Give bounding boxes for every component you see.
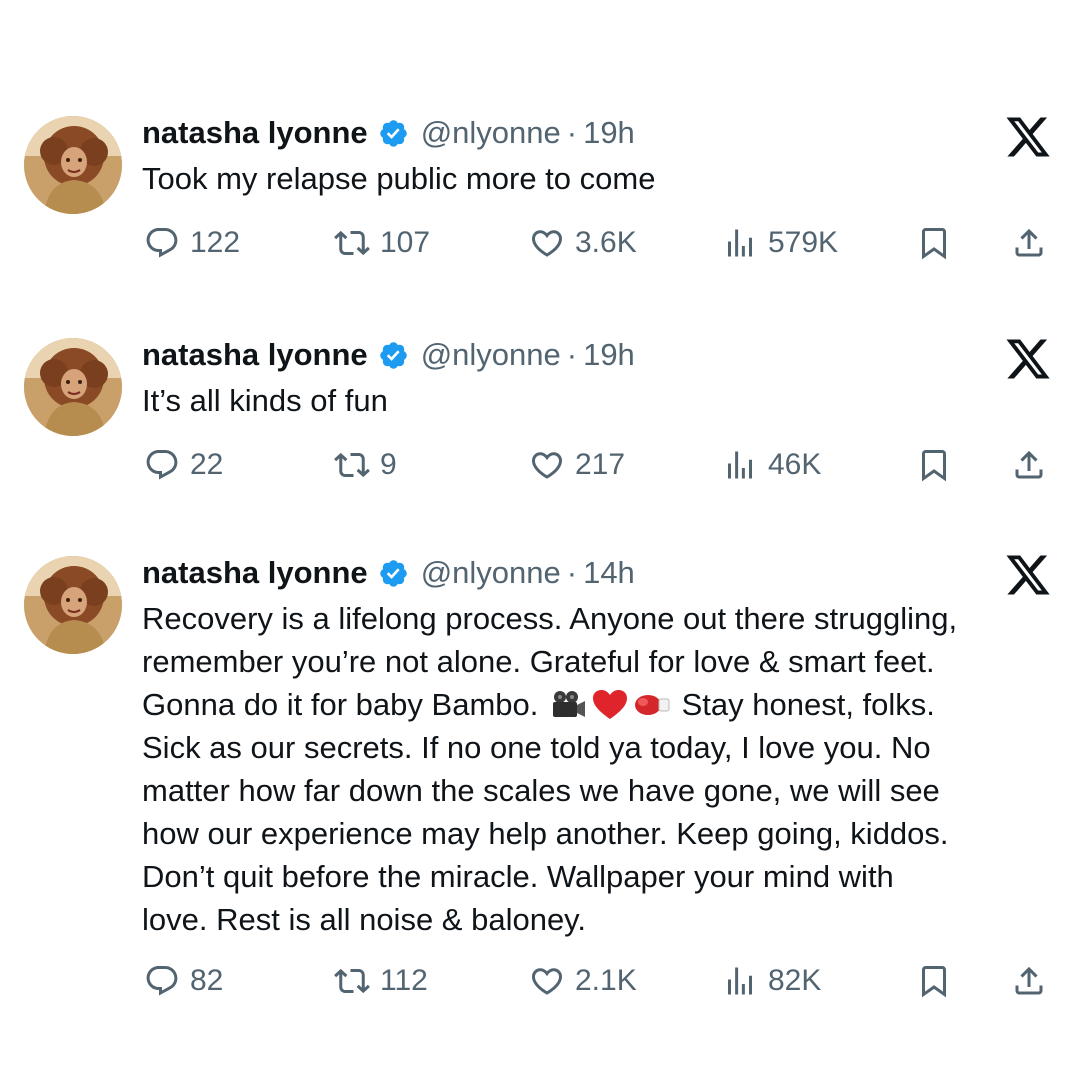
bookmark-icon: [916, 225, 952, 261]
like-count: 2.1K: [575, 964, 637, 997]
share-button[interactable]: [1011, 443, 1047, 487]
verified-badge-icon: [378, 118, 409, 149]
author-name[interactable]: natasha lyonne: [142, 115, 368, 151]
retweet-icon: [334, 225, 370, 261]
verified-badge-icon: [378, 340, 409, 371]
views-icon: [722, 225, 758, 261]
share-button[interactable]: [1011, 221, 1047, 265]
timestamp[interactable]: 14h: [583, 555, 635, 591]
share-icon: [1011, 963, 1047, 999]
text-segment: Stay honest, folks.: [681, 687, 935, 722]
reply-count: 82: [190, 964, 224, 997]
tweet-header: natasha lyonne @nlyonne · 19h: [142, 335, 635, 375]
action-bar: 22 9 217 46K: [0, 443, 1080, 487]
separator-dot: ·: [566, 337, 578, 372]
boxing-glove-emoji: [633, 689, 671, 721]
reply-button[interactable]: 82: [144, 959, 223, 1003]
action-bar: 82 112 2.1K 82K: [0, 959, 1080, 1003]
x-logo-icon: [1004, 555, 1052, 599]
heart-icon: [529, 963, 565, 999]
views-button[interactable]: 46K: [722, 443, 821, 487]
author-handle[interactable]: @nlyonne: [421, 337, 561, 373]
heart-icon: [529, 225, 565, 261]
retweet-button[interactable]: 107: [334, 221, 430, 265]
movie-camera-emoji: [549, 689, 587, 721]
text-line: Don’t quit before the miracle. Wallpaper…: [142, 859, 894, 894]
reply-icon: [144, 447, 180, 483]
reply-count: 22: [190, 448, 224, 481]
text-line: matter how far down the scales we have g…: [142, 773, 940, 808]
text-segment: Gonna do it for baby Bambo.: [142, 687, 539, 722]
bookmark-button[interactable]: [916, 959, 952, 1003]
views-button[interactable]: 82K: [722, 959, 821, 1003]
verified-badge-icon: [378, 558, 409, 589]
like-count: 3.6K: [575, 226, 637, 259]
reply-button[interactable]: 122: [144, 221, 240, 265]
share-icon: [1011, 225, 1047, 261]
author-handle[interactable]: @nlyonne: [421, 115, 561, 151]
retweet-icon: [334, 447, 370, 483]
timestamp[interactable]: 19h: [583, 115, 635, 151]
like-count: 217: [575, 448, 626, 481]
text-line: how our experience may help another. Kee…: [142, 816, 949, 851]
avatar[interactable]: [24, 116, 122, 214]
bookmark-icon: [916, 447, 952, 483]
share-button[interactable]: [1011, 959, 1047, 1003]
reply-icon: [144, 225, 180, 261]
avatar[interactable]: [24, 338, 122, 436]
views-icon: [722, 447, 758, 483]
text-line: remember you’re not alone. Grateful for …: [142, 644, 935, 679]
author-name[interactable]: natasha lyonne: [142, 555, 368, 591]
like-button[interactable]: 2.1K: [529, 959, 637, 1003]
tweet-text: Took my relapse public more to come: [142, 161, 656, 196]
reply-count: 122: [190, 226, 241, 259]
retweet-icon: [334, 963, 370, 999]
views-count: 46K: [768, 448, 822, 481]
author-name[interactable]: natasha lyonne: [142, 337, 368, 373]
retweet-button[interactable]: 9: [334, 443, 397, 487]
tweet-text: Recovery is a lifelong process. Anyone o…: [142, 597, 1047, 941]
like-button[interactable]: 3.6K: [529, 221, 637, 265]
timestamp[interactable]: 19h: [583, 337, 635, 373]
text-line: Gonna do it for baby Bambo. Stay honest,…: [142, 683, 1047, 726]
author-handle[interactable]: @nlyonne: [421, 555, 561, 591]
bookmark-icon: [916, 963, 952, 999]
bookmark-button[interactable]: [916, 221, 952, 265]
views-count: 82K: [768, 964, 822, 997]
x-logo-icon: [1004, 117, 1052, 161]
text-line: Sick as our secrets. If no one told ya t…: [142, 730, 931, 765]
text-line: Recovery is a lifelong process. Anyone o…: [142, 601, 958, 636]
retweet-count: 9: [380, 448, 397, 481]
views-button[interactable]: 579K: [722, 221, 838, 265]
action-bar: 122 107 3.6K 579K: [0, 221, 1080, 265]
separator-dot: ·: [566, 115, 578, 150]
views-icon: [722, 963, 758, 999]
text-line: love. Rest is all noise & baloney.: [142, 902, 586, 937]
like-button[interactable]: 217: [529, 443, 625, 487]
retweet-count: 112: [380, 964, 428, 997]
share-icon: [1011, 447, 1047, 483]
tweet-text: It’s all kinds of fun: [142, 383, 388, 418]
views-count: 579K: [768, 226, 839, 259]
retweet-button[interactable]: 112: [334, 959, 428, 1003]
reply-icon: [144, 963, 180, 999]
red-heart-emoji: [591, 689, 629, 721]
x-logo-icon: [1004, 339, 1052, 383]
avatar[interactable]: [24, 556, 122, 654]
retweet-count: 107: [380, 226, 431, 259]
tweet-header: natasha lyonne @nlyonne · 14h: [142, 553, 635, 593]
separator-dot: ·: [566, 555, 578, 590]
tweet-header: natasha lyonne @nlyonne · 19h: [142, 113, 635, 153]
bookmark-button[interactable]: [916, 443, 952, 487]
reply-button[interactable]: 22: [144, 443, 223, 487]
heart-icon: [529, 447, 565, 483]
